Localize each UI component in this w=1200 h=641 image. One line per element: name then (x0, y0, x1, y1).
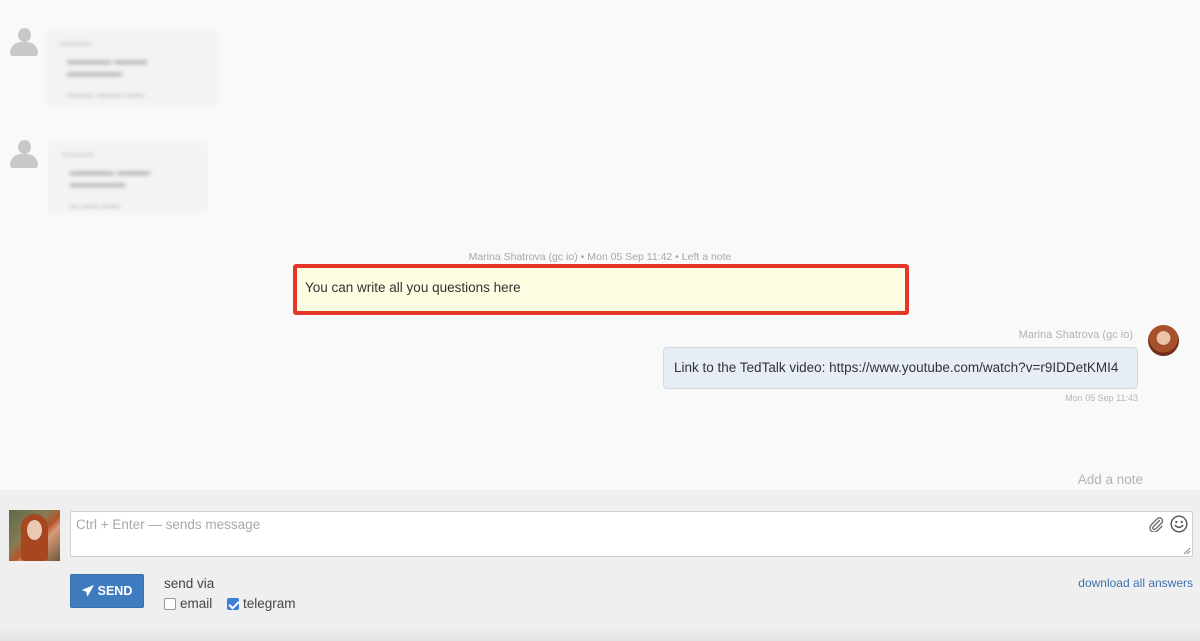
user-placeholder-icon (10, 140, 38, 170)
email-option-label: email (180, 596, 213, 611)
emoji-icon[interactable] (1170, 515, 1188, 533)
message-text: Link to the TedTalk video: https://www.y… (674, 360, 1119, 375)
telegram-option[interactable]: telegram (227, 596, 296, 611)
send-via-label: send via (164, 576, 215, 591)
chat-history: ​ ▬▬▬▬ ▬▬▬▬ ▬▬▬ ▬▬▬▬▬ ▬▬▬ ▬▬▬ ▬▬ ▬▬▬▬ ▬▬… (0, 0, 1200, 490)
blurred-message: ​ ▬▬▬▬ ▬▬▬▬ ▬▬▬ ▬▬▬▬▬ ▬▬▬ ▬▬▬ ▬▬ (45, 30, 217, 106)
telegram-checkbox[interactable] (227, 597, 239, 610)
author-avatar (1148, 325, 1179, 356)
message-author: Marina Shatrova (gc io) (1018, 329, 1133, 341)
blurred-message: ▬▬▬▬ ▬▬▬▬ ▬▬▬ ▬▬▬▬▬ ▬ ▬▬ ▬▬ (48, 141, 208, 213)
email-checkbox[interactable] (164, 597, 176, 610)
paperclip-icon[interactable] (1148, 516, 1164, 532)
resize-handle-icon[interactable] (1182, 546, 1191, 555)
note-meta: Marina Shatrova (gc io) • Mon 05 Sep 11:… (468, 251, 732, 263)
paper-plane-icon (81, 585, 94, 597)
message-composer: SEND send via email telegram download al… (0, 490, 1200, 641)
message-bubble: Link to the TedTalk video: https://www.y… (663, 347, 1138, 389)
user-placeholder-icon (10, 28, 38, 58)
send-button[interactable]: SEND (70, 574, 144, 608)
message-input[interactable] (70, 511, 1193, 557)
current-user-avatar (9, 510, 60, 561)
download-all-answers-link[interactable]: download all answers (1078, 576, 1193, 590)
send-button-label: SEND (97, 584, 133, 598)
add-note-link[interactable]: Add a note (1078, 472, 1143, 487)
telegram-option-label: telegram (243, 596, 296, 611)
email-option[interactable]: email (164, 596, 212, 611)
message-timestamp: Mon 05 Sep 11:43 (1065, 393, 1138, 403)
highlighted-note: You can write all you questions here (293, 264, 909, 315)
note-text: You can write all you questions here (305, 280, 521, 295)
